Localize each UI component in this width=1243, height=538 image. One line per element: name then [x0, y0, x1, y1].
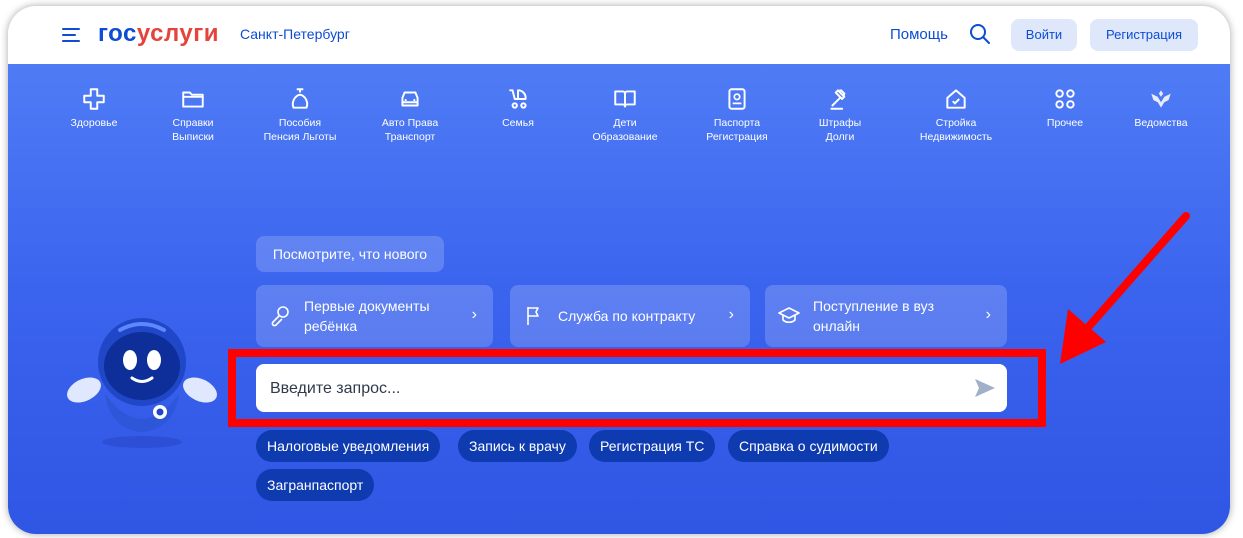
passport-icon: [728, 88, 746, 110]
category-agencies[interactable]: Ведомства: [1106, 86, 1216, 130]
search-box[interactable]: [256, 364, 1007, 414]
category-label: Здоровье: [70, 117, 118, 129]
card-first-documents[interactable]: Первые документы ребёнка ›: [256, 285, 493, 347]
quick-chip-criminal-record[interactable]: Справка о судимости: [728, 430, 889, 462]
search-input[interactable]: [268, 364, 952, 414]
card-contract-service[interactable]: Служба по контракту ›: [510, 285, 750, 347]
logo-text-part1: гос: [98, 20, 137, 47]
login-button[interactable]: Войти: [1011, 19, 1077, 51]
grid-icon: [1055, 89, 1075, 109]
chevron-right-icon: ›: [985, 306, 991, 323]
gosuslugi-logo[interactable]: госуслуги: [98, 20, 219, 48]
car-icon: [401, 91, 419, 107]
quick-chip-doctor-appointment[interactable]: Запись к врачу: [458, 430, 577, 462]
chevron-right-icon: ›: [728, 306, 734, 323]
house-icon: [946, 89, 966, 109]
top-bar: госуслуги Санкт-Петербург Помощь Войти Р…: [8, 6, 1230, 64]
folder-icon: [182, 91, 204, 108]
health-cross-icon: [83, 88, 105, 110]
quick-chip-foreign-passport[interactable]: Загранпаспорт: [256, 469, 375, 501]
city-selector[interactable]: Санкт-Петербург: [240, 26, 350, 42]
flag-icon: [527, 307, 539, 325]
category-label: Стройка Недвижимость: [919, 117, 993, 143]
category-label: Дети Образование: [592, 117, 658, 143]
category-label: Пособия Пенсия Льготы: [263, 117, 337, 143]
register-button[interactable]: Регистрация: [1090, 19, 1198, 51]
help-link[interactable]: Помощь: [890, 26, 948, 43]
category-fines[interactable]: Штрафы Долги: [785, 86, 895, 144]
search-icon[interactable]: [968, 22, 992, 46]
robot-assistant-avatar[interactable]: [60, 294, 222, 459]
chevron-right-icon: ›: [471, 306, 477, 323]
whats-new-button[interactable]: Посмотрите, что нового: [256, 236, 444, 272]
annotation-arrow: [1060, 212, 1190, 364]
category-health[interactable]: Здоровье: [39, 86, 149, 130]
browser-frame: госуслуги Санкт-Петербург Помощь Войти Р…: [8, 6, 1230, 534]
hero-section: Здоровье Справки Выписки Пособия Пенсия …: [8, 64, 1230, 534]
eagle-emblem-icon: [1151, 90, 1171, 108]
category-label: Прочее: [1046, 117, 1084, 129]
category-certificates[interactable]: Справки Выписки: [138, 86, 248, 144]
quick-chip-vehicle-registration[interactable]: Регистрация ТС: [589, 430, 716, 462]
category-auto[interactable]: Авто Права Транспорт: [355, 86, 465, 144]
category-label: Ведомства: [1134, 117, 1188, 129]
category-label: Авто Права Транспорт: [381, 117, 439, 143]
book-icon: [614, 90, 636, 108]
card-label: Первые документы ребёнка: [304, 298, 430, 334]
logo-text-part2: услуги: [136, 20, 219, 47]
category-family[interactable]: Семья: [463, 86, 573, 130]
money-bag-icon: [291, 88, 309, 109]
category-label: Штрафы Долги: [818, 117, 862, 143]
category-benefits[interactable]: Пособия Пенсия Льготы: [245, 86, 355, 144]
category-passports[interactable]: Паспорта Регистрация: [682, 86, 792, 144]
card-label: Поступление в вуз онлайн: [813, 298, 935, 334]
gavel-icon: [830, 89, 846, 110]
category-children[interactable]: Дети Образование: [570, 86, 680, 144]
baby-rattle-icon: [271, 306, 289, 327]
category-label: Паспорта Регистрация: [706, 117, 768, 143]
category-construction[interactable]: Стройка Недвижимость: [901, 86, 1011, 144]
send-arrow-icon[interactable]: [974, 378, 996, 398]
stroller-icon: [509, 89, 527, 109]
quick-chip-tax-notices[interactable]: Налоговые уведомления: [256, 430, 441, 462]
card-university-admission[interactable]: Поступление в вуз онлайн ›: [765, 285, 1007, 347]
category-label: Справки Выписки: [172, 117, 214, 143]
card-label: Служба по контракту: [558, 308, 696, 324]
graduation-cap-icon: [778, 307, 800, 324]
category-other[interactable]: Прочее: [1010, 86, 1120, 130]
category-label: Семья: [502, 117, 534, 129]
menu-icon[interactable]: [62, 28, 80, 42]
